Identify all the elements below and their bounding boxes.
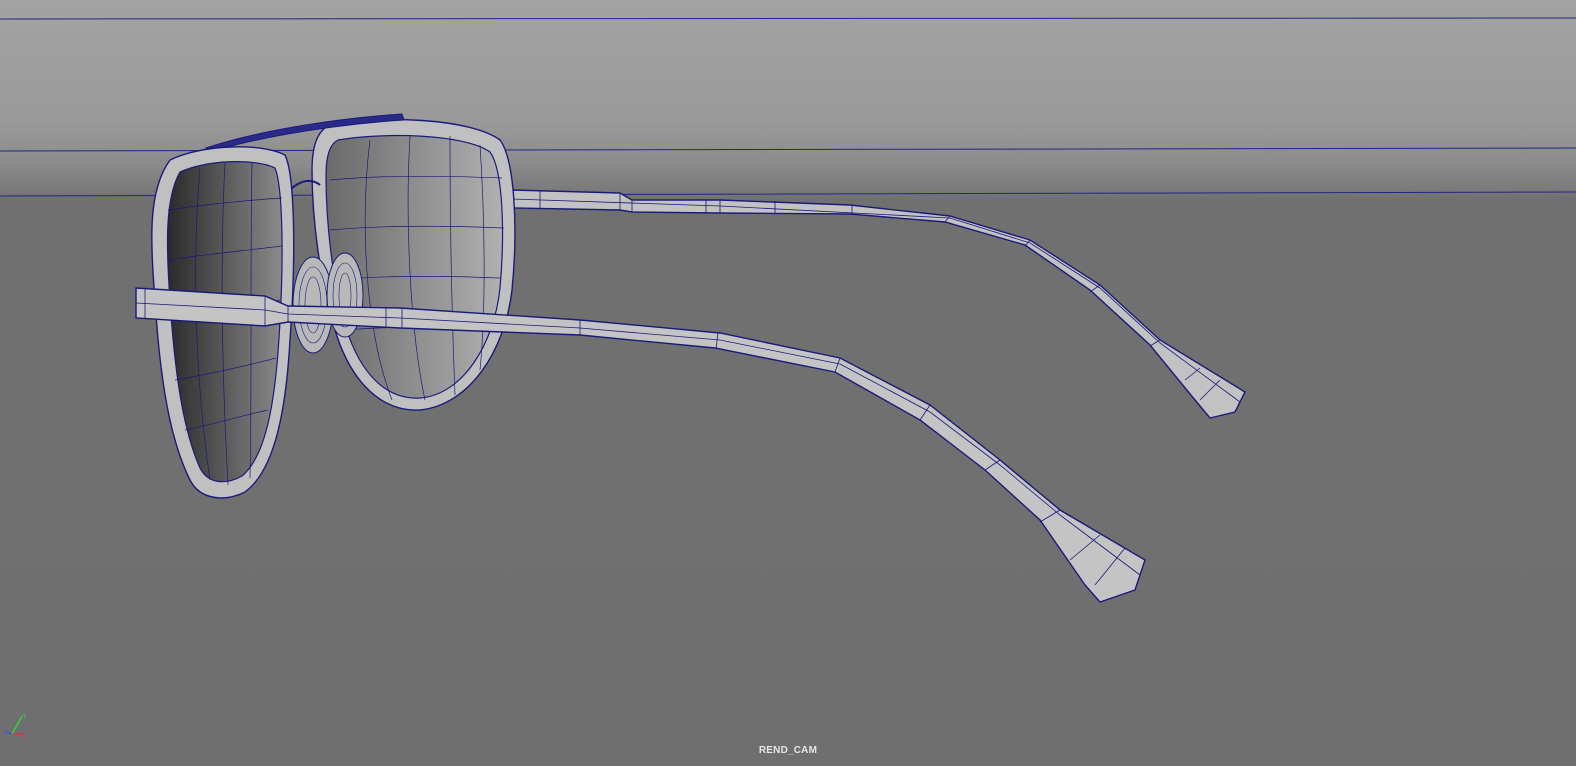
axis-gizmo: z y x [4, 713, 27, 740]
camera-name-label: REND_CAM [758, 745, 818, 756]
sunglasses-model[interactable] [0, 0, 1576, 766]
y-axis-line [11, 715, 23, 735]
y-axis-label: y [23, 713, 26, 719]
3d-viewport[interactable]: z y x REND_CAM [0, 0, 1576, 766]
z-axis-label: z [4, 729, 7, 735]
x-axis-label: x [24, 734, 27, 740]
